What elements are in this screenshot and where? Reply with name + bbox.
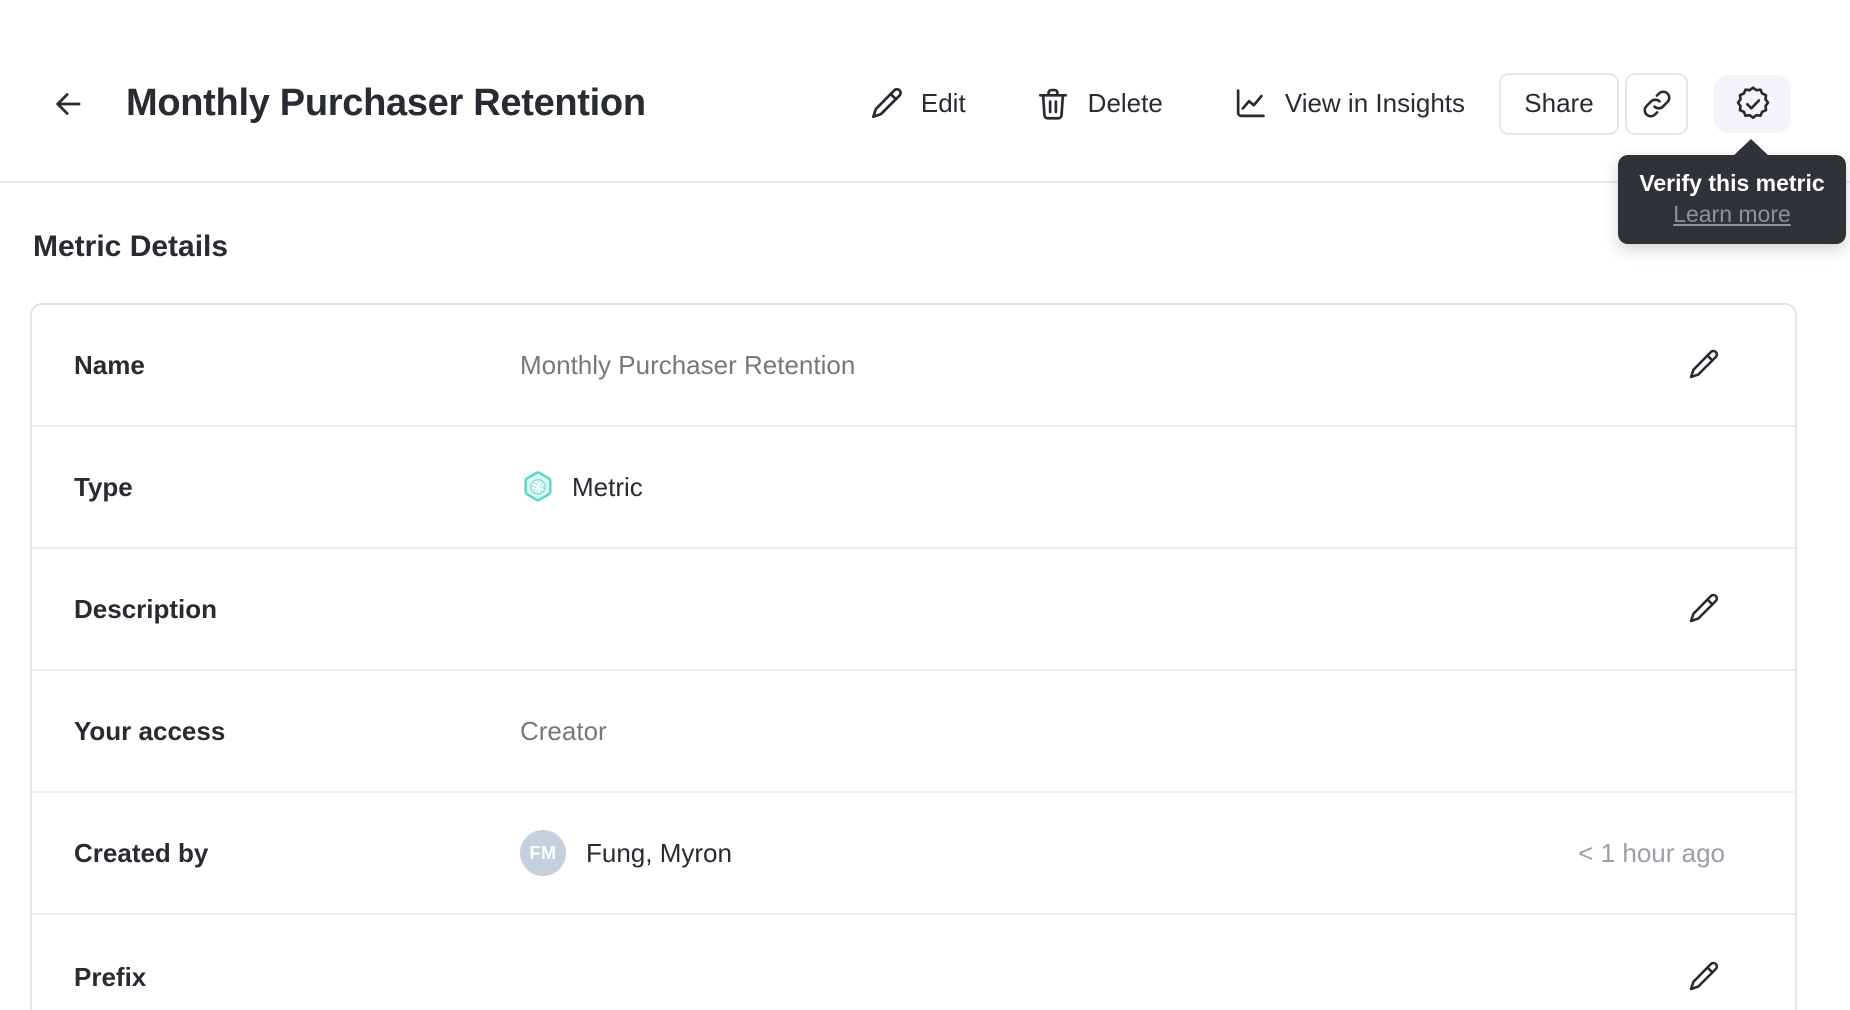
edit-button[interactable]: Edit	[867, 85, 966, 123]
delete-button[interactable]: Delete	[1034, 85, 1163, 123]
verify-metric-button[interactable]	[1714, 74, 1791, 133]
row-your-access: Your access Creator	[32, 671, 1795, 793]
row-your-access-label: Your access	[74, 715, 226, 746]
avatar: FM	[520, 830, 566, 876]
pencil-icon	[1685, 591, 1721, 627]
share-button-label: Share	[1524, 88, 1594, 118]
row-your-access-value: Creator	[520, 715, 607, 746]
pencil-icon	[1685, 347, 1721, 383]
row-created-by-value: Fung, Myron	[586, 837, 732, 868]
trash-icon	[1034, 85, 1088, 123]
learn-more-link[interactable]: Learn more	[1673, 199, 1791, 230]
page-title: Monthly Purchaser Retention	[126, 82, 646, 124]
pencil-icon	[1685, 959, 1721, 995]
metric-details-card: Name Monthly Purchaser Retention Type Me…	[30, 303, 1797, 1010]
row-type-value: Metric	[572, 471, 643, 502]
chain-link-icon	[1640, 87, 1674, 121]
delete-button-label: Delete	[1087, 88, 1163, 118]
row-name-value: Monthly Purchaser Retention	[520, 349, 856, 380]
row-name: Name Monthly Purchaser Retention	[32, 305, 1795, 427]
edit-name-button[interactable]	[1681, 343, 1725, 387]
row-created-by: Created by FM Fung, Myron < 1 hour ago	[32, 793, 1795, 915]
metric-hexagon-icon	[520, 469, 556, 505]
pencil-icon	[867, 85, 921, 123]
created-timestamp: < 1 hour ago	[1578, 837, 1725, 868]
row-name-label: Name	[74, 349, 145, 380]
row-type-label: Type	[74, 471, 133, 502]
header-actions: Edit Delete View in Insights Share	[867, 72, 1791, 135]
row-created-by-label: Created by	[74, 837, 209, 868]
tooltip-arrow	[1732, 139, 1770, 157]
arrow-left-icon	[49, 85, 87, 123]
row-description: Description	[32, 549, 1795, 671]
edit-button-label: Edit	[920, 88, 966, 118]
verified-badge-icon	[1733, 84, 1773, 124]
share-button[interactable]: Share	[1499, 72, 1619, 135]
verify-tooltip: Verify this metric Learn more	[1618, 139, 1846, 244]
row-description-label: Description	[74, 593, 218, 624]
row-type: Type Metric	[32, 427, 1795, 549]
copy-link-button[interactable]	[1625, 72, 1688, 135]
line-chart-icon	[1231, 85, 1285, 123]
tooltip-title: Verify this metric	[1639, 170, 1825, 196]
view-in-insights-label: View in Insights	[1284, 88, 1465, 118]
row-prefix-label: Prefix	[74, 961, 147, 992]
metric-details-page: Monthly Purchaser Retention Edit Delete …	[0, 0, 1850, 1010]
section-title: Metric Details	[33, 230, 229, 263]
back-button[interactable]	[46, 82, 90, 126]
view-in-insights-button[interactable]: View in Insights	[1231, 85, 1465, 123]
page-header: Monthly Purchaser Retention Edit Delete …	[0, 0, 1850, 183]
edit-description-button[interactable]	[1681, 587, 1725, 631]
edit-prefix-button[interactable]	[1681, 955, 1725, 999]
row-prefix: Prefix	[32, 915, 1795, 1010]
